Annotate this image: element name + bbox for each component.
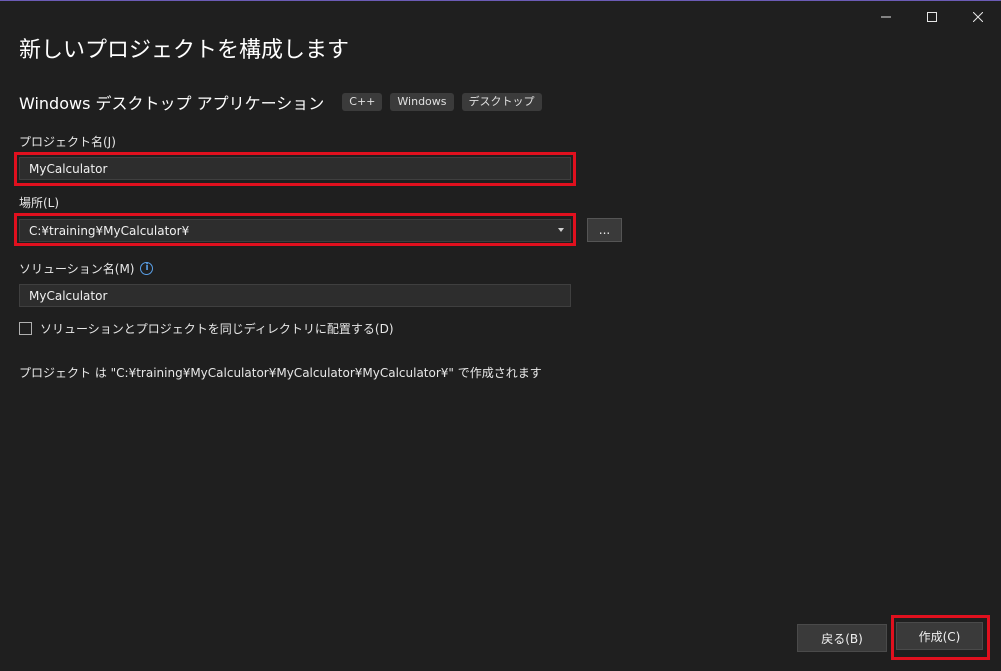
- back-button[interactable]: 戻る(B): [797, 624, 887, 652]
- template-info: Windows デスクトップ アプリケーション C++ Windows デスクト…: [19, 90, 550, 114]
- project-name-value: MyCalculator: [29, 161, 108, 176]
- info-icon[interactable]: i: [140, 262, 154, 275]
- location-label: 場所(L): [19, 196, 60, 210]
- create-button[interactable]: 作成(C): [896, 622, 983, 650]
- project-name-input[interactable]: MyCalculator: [19, 157, 571, 180]
- project-path-note: プロジェクト は "C:¥training¥MyCalculator¥MyCal…: [19, 366, 542, 380]
- location-value: C:¥training¥MyCalculator¥: [29, 223, 190, 238]
- page-title: 新しいプロジェクトを構成します: [19, 38, 350, 63]
- chevron-down-icon[interactable]: [558, 228, 564, 232]
- window-caption-buttons: [863, 1, 1001, 33]
- template-name: Windows デスクトップ アプリケーション: [19, 94, 325, 113]
- close-icon[interactable]: [955, 1, 1001, 33]
- solution-name-value: MyCalculator: [29, 288, 108, 303]
- tag-platform: Windows: [390, 93, 454, 111]
- solution-name-label-row: ソリューション名(M) i: [19, 260, 154, 277]
- solution-name-label: ソリューション名(M): [19, 262, 135, 276]
- solution-name-input[interactable]: MyCalculator: [19, 284, 571, 307]
- same-directory-label[interactable]: ソリューションとプロジェクトを同じディレクトリに配置する(D): [40, 320, 394, 337]
- same-directory-option[interactable]: ソリューションとプロジェクトを同じディレクトリに配置する(D): [19, 320, 394, 337]
- project-name-label: プロジェクト名(J): [19, 135, 116, 149]
- browse-button[interactable]: ...: [587, 218, 622, 242]
- maximize-icon[interactable]: [909, 1, 955, 33]
- location-combobox[interactable]: C:¥training¥MyCalculator¥: [19, 219, 571, 242]
- tag-language: C++: [342, 93, 383, 111]
- configure-project-window: 新しいプロジェクトを構成します Windows デスクトップ アプリケーション …: [0, 0, 1001, 671]
- minimize-icon[interactable]: [863, 1, 909, 33]
- tag-project-type: デスクトップ: [461, 93, 542, 111]
- same-directory-checkbox[interactable]: [19, 322, 32, 335]
